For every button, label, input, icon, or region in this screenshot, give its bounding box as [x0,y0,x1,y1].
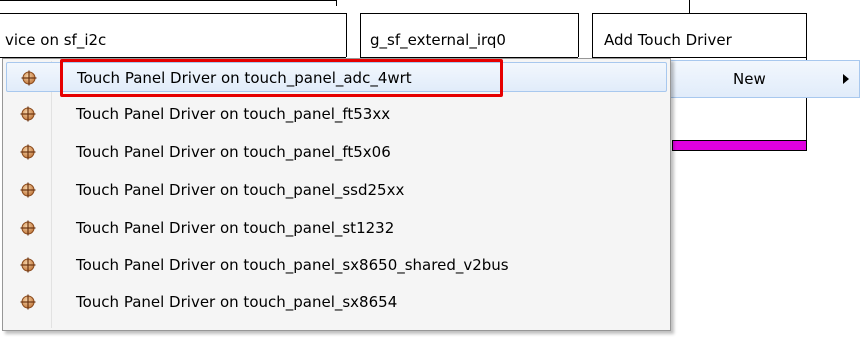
connector-line [578,13,579,57]
submenu-new-label: New [733,70,766,88]
menu-item-sx8650[interactable]: Touch Panel Driver on touch_panel_sx8650… [6,250,667,280]
menu-item-ssd25xx[interactable]: Touch Panel Driver on touch_panel_ssd25x… [6,175,667,205]
component-icon [20,182,36,198]
block-label-add-touch-driver[interactable]: Add Touch Driver [604,28,732,52]
component-icon [20,144,36,160]
submenu-new: New [670,58,862,102]
component-icon [21,70,37,86]
component-icon [20,294,36,310]
menu-item-ft5x06[interactable]: Touch Panel Driver on touch_panel_ft5x06 [6,137,667,167]
menu-item-label: Touch Panel Driver on touch_panel_ssd25x… [76,181,405,199]
menu-item-label: Touch Panel Driver on touch_panel_ft53xx [76,105,391,123]
connector-line [592,13,806,14]
connector-line [0,13,346,14]
menu-item-st1232[interactable]: Touch Panel Driver on touch_panel_st1232 [6,213,667,243]
connector-line [0,0,336,1]
menu-item-label: Touch Panel Driver on touch_panel_sx8650… [76,256,509,274]
submenu-item-new[interactable]: New [670,60,860,98]
connector-line [689,0,690,13]
block-label-external-irq[interactable]: g_sf_external_irq0 [370,28,506,52]
connector-bar [672,140,807,151]
component-icon [20,106,36,122]
connector-line [360,13,361,57]
menu-item-ft53xx[interactable]: Touch Panel Driver on touch_panel_ft53xx [6,99,667,129]
connector-line [336,0,337,6]
connector-line [360,13,578,14]
component-icon [20,220,36,236]
menu-item-label: Touch Panel Driver on touch_panel_sx8654 [76,293,398,311]
connector-line [592,13,593,57]
menu-item-label: Touch Panel Driver on touch_panel_st1232 [76,219,395,237]
menu-item-label: Touch Panel Driver on touch_panel_ft5x06 [76,143,391,161]
component-icon [20,257,36,273]
context-menu: Touch Panel Driver on touch_panel_adc_4w… [2,58,671,331]
connector-line [346,13,347,57]
highlight-annotation [60,59,503,97]
block-label-i2c[interactable]: vice on sf_i2c [5,28,106,52]
menu-item-sx8654[interactable]: Touch Panel Driver on touch_panel_sx8654 [6,287,667,317]
chevron-right-icon [843,74,849,84]
